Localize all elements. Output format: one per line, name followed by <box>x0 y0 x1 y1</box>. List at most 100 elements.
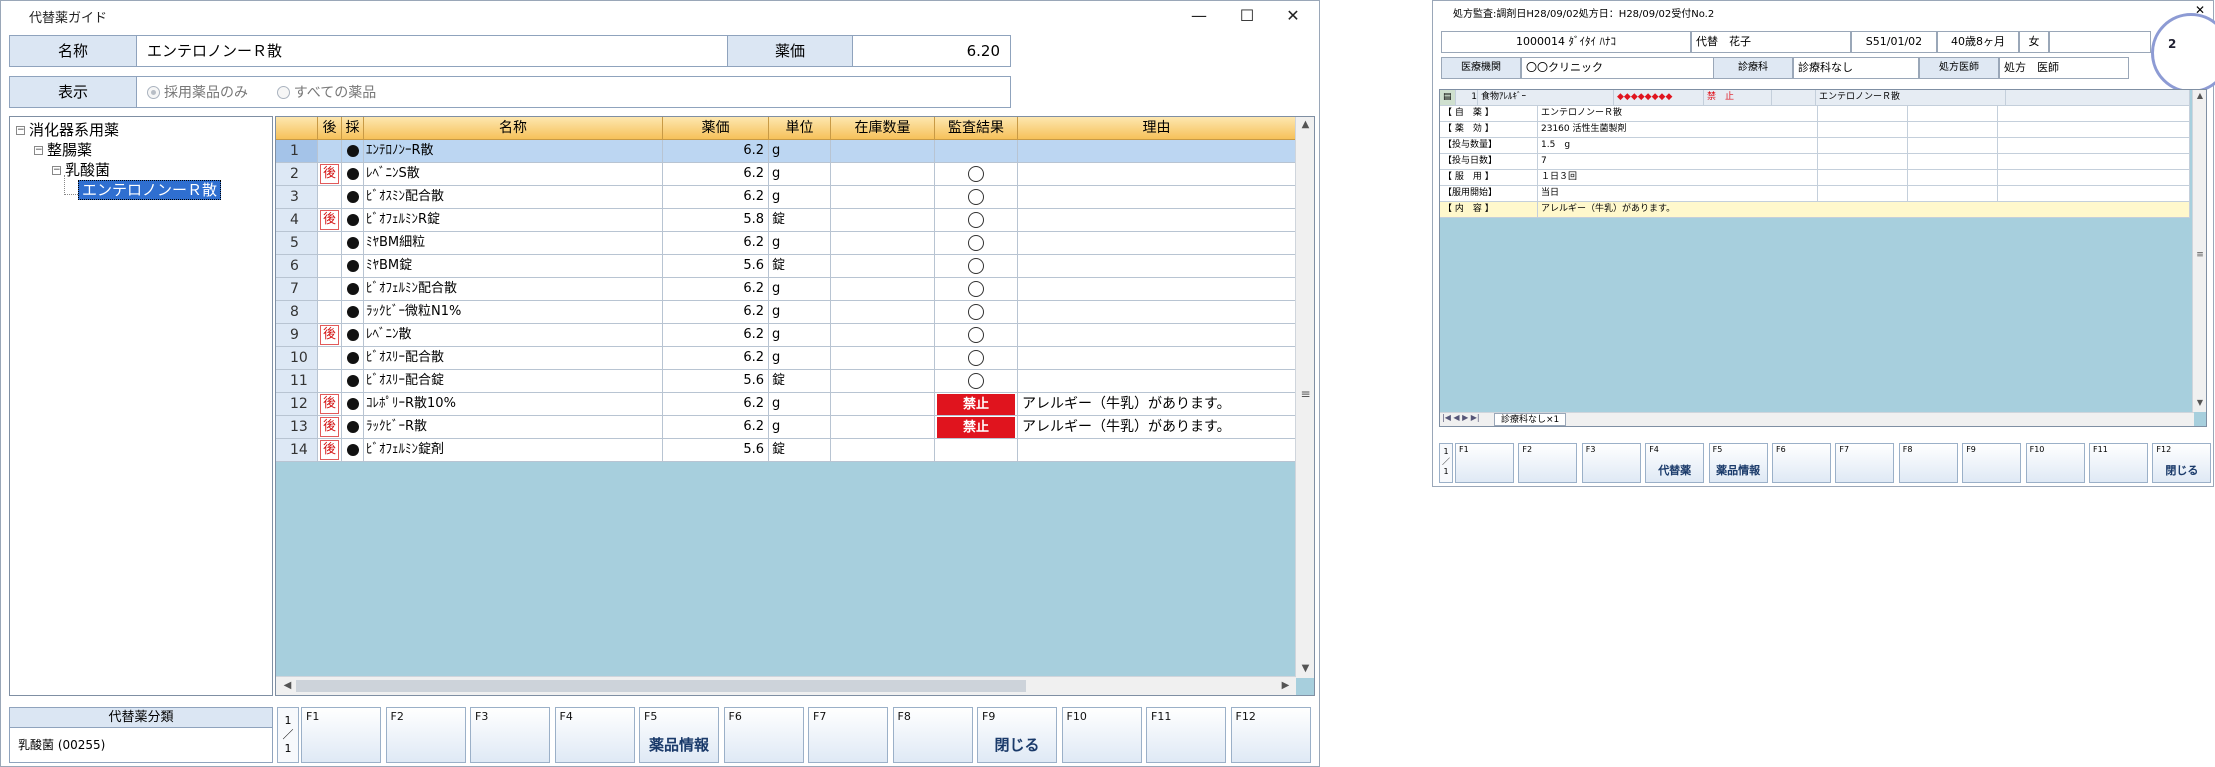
table-row[interactable]: 1 ｴﾝﾃﾛﾉﾝｰR散 6.2 g <box>276 140 1296 163</box>
audit-fkey-f2[interactable]: F2 <box>1518 443 1578 483</box>
tree-node-root[interactable]: − 消化器系用薬 <box>16 119 119 140</box>
radio-all-icon[interactable] <box>276 86 290 99</box>
audit-detail-row[interactable]: 【 内 容 】アレルギー（牛乳）があります。 <box>1440 202 2190 218</box>
stock-cell <box>831 278 935 301</box>
table-row[interactable]: 9 後 ﾚﾍﾞﾆﾝ散 6.2 g <box>276 324 1296 347</box>
table-row[interactable]: 6 ﾐﾔBM錠 5.6 錠 <box>276 255 1296 278</box>
audit-fkey-f4[interactable]: F4 代替薬 <box>1645 443 1705 483</box>
table-row[interactable]: 5 ﾐﾔBM細粒 6.2 g <box>276 232 1296 255</box>
table-row[interactable]: 7 ﾋﾞｵﾌｪﾙﾐﾝ配合散 6.2 g <box>276 278 1296 301</box>
audit-detail-row[interactable]: 【投与日数】 7 <box>1440 154 2190 170</box>
header-unit[interactable]: 単位 <box>769 117 831 140</box>
header-price[interactable]: 薬価 <box>663 117 769 140</box>
after-cell: 後 <box>318 209 342 232</box>
audit-ban-badge: 禁止 <box>937 394 1015 415</box>
audit-vertical-scrollbar[interactable]: ▲ ≡ ▼ <box>2192 90 2206 412</box>
vertical-scrollbar[interactable]: ▲ ≡ ▼ <box>1295 117 1314 678</box>
fkey-f2[interactable]: F2 <box>385 707 466 763</box>
table-row[interactable]: 4 後 ﾋﾞｵﾌｪﾙﾐﾝR錠 5.8 錠 <box>276 209 1296 232</box>
header-after[interactable]: 後 <box>318 117 342 140</box>
fkey-number: F10 <box>1066 710 1087 723</box>
radio-adopted[interactable]: 採用薬品のみ <box>147 83 253 101</box>
table-row[interactable]: 2 後 ﾚﾍﾞﾆﾝS散 6.2 g <box>276 163 1296 186</box>
substitute-drug-grid[interactable]: 後 採 名称 薬価 単位 在庫数量 監査結果 理由 1 ｴﾝﾃﾛﾉﾝｰR散 6.2 g… <box>275 116 1315 696</box>
audit-fkey-f7[interactable]: F7 <box>1835 443 1895 483</box>
audit-fkey-f12[interactable]: F12 閉じる <box>2152 443 2212 483</box>
scroll-down-icon[interactable]: ▼ <box>1296 663 1314 674</box>
close-icon[interactable]: ✕ <box>1273 3 1313 29</box>
detail-empty-cell <box>1818 138 1908 154</box>
collapse-icon[interactable]: − <box>16 126 25 135</box>
audit-detail-row[interactable]: 【服用開始】 当日 <box>1440 186 2190 202</box>
table-row[interactable]: 12 後 ｺﾚﾎﾟﾘｰR散10% 6.2 g 禁止 アレルギー（牛乳）があります。 <box>276 393 1296 416</box>
fkey-f12[interactable]: F12 <box>1230 707 1311 763</box>
audit-scroll-down-icon[interactable]: ▼ <box>2193 398 2206 407</box>
audit-fkey-pager[interactable]: 1／1 <box>1439 443 1453 483</box>
audit-fkey-f8[interactable]: F8 <box>1898 443 1958 483</box>
header-stock[interactable]: 在庫数量 <box>831 117 935 140</box>
audit-fkey-f6[interactable]: F6 <box>1772 443 1831 483</box>
scroll-thumb-icon[interactable]: ≡ <box>1296 387 1314 401</box>
fkey-f9[interactable]: F9 閉じる <box>977 707 1057 763</box>
audit-detail-grid[interactable]: ▤ 1 食物ｱﾚﾙｷﾞｰ ◆◆◆◆◆◆◆◆ 禁 止 エンテロノンーＲ散 【 自 … <box>1439 89 2207 427</box>
scroll-right-icon[interactable]: ▶ <box>1276 680 1295 691</box>
radio-adopted-icon[interactable] <box>147 86 160 99</box>
audit-tab[interactable]: 診療科なし×1 <box>1494 413 1567 426</box>
audit-detail-row[interactable]: 【 服 用 】 １日３回 <box>1440 170 2190 186</box>
unit-cell: 錠 <box>769 370 831 393</box>
audit-fkey-f3[interactable]: F3 <box>1581 443 1641 483</box>
tree-node-grandchild[interactable]: − 乳酸菌 <box>52 159 110 180</box>
price-cell: 6.2 <box>663 301 769 324</box>
audit-detail-row[interactable]: 【投与数量】 1.5 g <box>1440 138 2190 154</box>
scroll-left-icon[interactable]: ◀ <box>278 680 297 691</box>
reason-cell <box>1018 439 1296 462</box>
audit-header-row[interactable]: ▤ 1 食物ｱﾚﾙｷﾞｰ ◆◆◆◆◆◆◆◆ 禁 止 エンテロノンーＲ散 <box>1440 90 2190 106</box>
table-row[interactable]: 14 後 ﾋﾞｵﾌｪﾙﾐﾝ錠剤 5.6 錠 <box>276 439 1296 462</box>
generic-tag: 後 <box>320 164 339 184</box>
collapse-icon[interactable]: − <box>34 146 43 155</box>
horizontal-scrollbar[interactable]: ◀ ▶ <box>276 676 1296 695</box>
audit-detail-row[interactable]: 【 自 薬 】エンテロノンーＲ散 <box>1440 106 2190 122</box>
fkey-f1[interactable]: F1 <box>301 707 381 763</box>
table-row[interactable]: 3 ﾋﾞｵｽﾐﾝ配合散 6.2 g <box>276 186 1296 209</box>
fkey-f6[interactable]: F6 <box>723 707 804 763</box>
radio-all[interactable]: すべての薬品 <box>276 83 376 101</box>
audit-fkey-f9[interactable]: F9 <box>1962 443 2022 483</box>
audit-fkey-f5[interactable]: F5 薬品情報 <box>1708 443 1768 483</box>
fkey-f3[interactable]: F3 <box>470 707 550 763</box>
audit-detail-row[interactable]: 【 薬 効 】 23160 活性生菌製剤 <box>1440 122 2190 138</box>
audit-fkey-f11[interactable]: F11 <box>2089 443 2148 483</box>
table-row[interactable]: 13 後 ﾗｯｸﾋﾞｰR散 6.2 g 禁止 アレルギー（牛乳）があります。 <box>276 416 1296 439</box>
audit-tab-nav-icons[interactable]: |◀ ◀ ▶ ▶| <box>1442 413 1480 422</box>
scroll-h-thumb[interactable] <box>296 680 1026 692</box>
tree-node-child[interactable]: − 整腸薬 <box>34 139 92 160</box>
header-name[interactable]: 名称 <box>364 117 663 140</box>
fkey-f8[interactable]: F8 <box>892 707 973 763</box>
maximize-icon[interactable]: ☐ <box>1227 3 1267 29</box>
header-adopted[interactable]: 採 <box>342 117 364 140</box>
audit-scroll-up-icon[interactable]: ▲ <box>2193 91 2206 100</box>
detail-empty-cell <box>1908 154 1998 170</box>
table-row[interactable]: 10 ﾋﾞｵｽﾘｰ配合散 6.2 g <box>276 347 1296 370</box>
category-tree[interactable]: − 消化器系用薬 − 整腸薬 − 乳酸菌 エンテロノンーＲ散 <box>9 116 273 696</box>
detail-empty-cell <box>1998 186 2190 202</box>
header-audit[interactable]: 監査結果 <box>935 117 1018 140</box>
audit-cell <box>935 186 1018 209</box>
adopted-cell <box>342 301 364 324</box>
fkey-f11[interactable]: F11 <box>1146 707 1226 763</box>
table-row[interactable]: 8 ﾗｯｸﾋﾞｰ微粒N1% 6.2 g <box>276 301 1296 324</box>
table-row[interactable]: 11 ﾋﾞｵｽﾘｰ配合錠 5.6 錠 <box>276 370 1296 393</box>
tree-node-selected-leaf[interactable]: エンテロノンーＲ散 <box>78 179 222 200</box>
fkey-pager[interactable]: 1 ／ 1 <box>277 707 299 763</box>
fkey-f10[interactable]: F10 <box>1061 707 1142 763</box>
fkey-f4[interactable]: F4 <box>554 707 635 763</box>
minimize-icon[interactable]: — <box>1179 3 1219 29</box>
audit-fkey-f10[interactable]: F10 <box>2025 443 2085 483</box>
header-reason[interactable]: 理由 <box>1018 117 1296 140</box>
fkey-f5[interactable]: F5 薬品情報 <box>639 707 719 763</box>
collapse-icon[interactable]: − <box>52 166 61 175</box>
scroll-up-icon[interactable]: ▲ <box>1296 119 1314 130</box>
audit-scroll-thumb-icon[interactable]: ≡ <box>2193 250 2206 260</box>
fkey-f7[interactable]: F7 <box>808 707 888 763</box>
audit-fkey-f1[interactable]: F1 <box>1455 443 1514 483</box>
